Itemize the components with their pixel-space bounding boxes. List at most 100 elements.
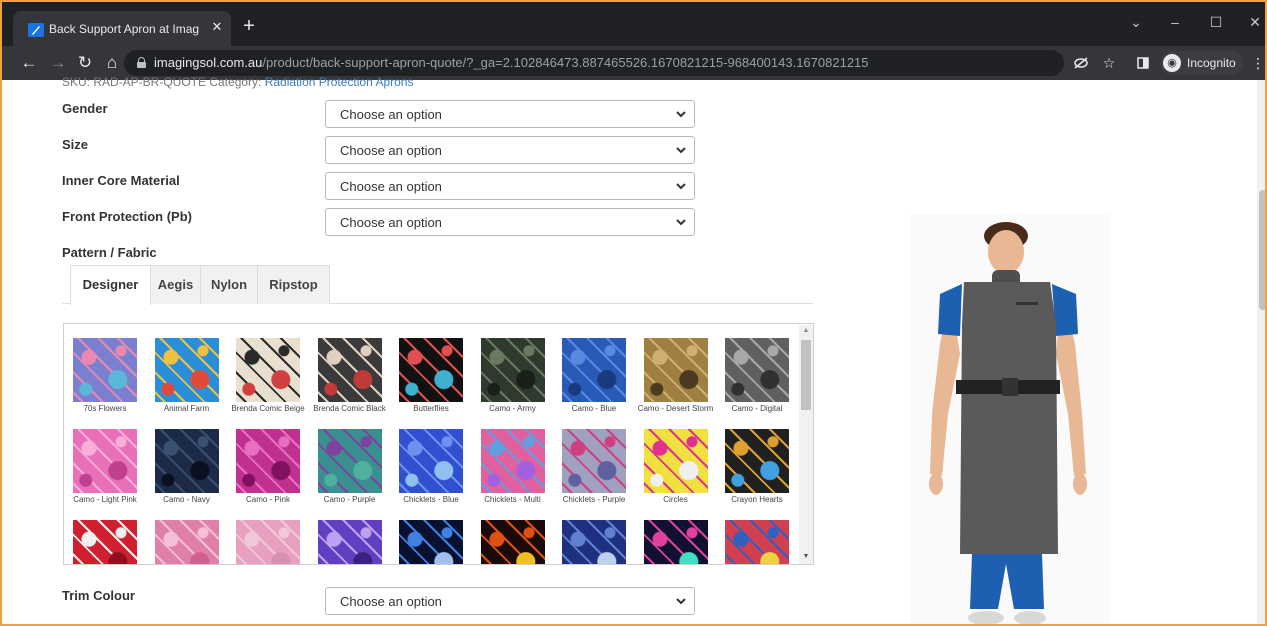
minimize-icon[interactable]: – [1165, 12, 1185, 32]
scrollbar-thumb[interactable] [801, 340, 811, 410]
pattern-fabric-label: Pattern / Fabric [62, 245, 157, 260]
swatch-item[interactable] [472, 520, 554, 564]
swatch-item[interactable] [309, 520, 391, 564]
swatch-scrollbar[interactable]: ▲ ▼ [799, 325, 813, 564]
swatch-name: Butterflies [413, 404, 449, 413]
front-protection-select[interactable]: Choose an option [325, 208, 695, 236]
swatch-item[interactable]: Camo - Desert Storm [635, 338, 717, 418]
swatch-item[interactable] [390, 520, 472, 564]
swatch-item[interactable]: Camo - Navy [146, 429, 228, 509]
scroll-down-icon[interactable]: ▼ [799, 551, 813, 563]
swatch-item[interactable]: 70s Flowers [64, 338, 146, 418]
swatch-pattern-image [643, 338, 708, 402]
swatch-pattern-image [236, 429, 300, 493]
chevron-down-icon [676, 219, 686, 226]
swatch-item[interactable] [146, 520, 228, 564]
swatch-item[interactable]: Chicklets - Multi [472, 429, 554, 509]
swatch-pattern-image [399, 429, 463, 493]
tab-ripstop[interactable]: Ripstop [257, 265, 330, 304]
close-window-icon[interactable]: ✕ [1245, 12, 1265, 32]
swatch-item[interactable]: Crayon Hearts [716, 429, 798, 509]
trim-colour-select[interactable]: Choose an option [325, 587, 695, 615]
swatch-item[interactable]: Brenda Comic Beige [227, 338, 309, 418]
swatch-pattern-image [236, 520, 300, 564]
bookmark-star-icon[interactable]: ☆ [1098, 52, 1120, 74]
swatch-pattern-image [154, 520, 219, 564]
inner-core-label: Inner Core Material [62, 173, 180, 188]
browser-window: Back Support Apron at Imaging S ✕ + ⌄ – … [0, 0, 1267, 626]
swatch-grid: Crayon Hearts Circles Chicklets - Purple Ch… [63, 323, 814, 565]
swatch-item[interactable]: Brenda Comic Black [309, 338, 391, 418]
back-arrow-icon[interactable]: ← [18, 52, 40, 74]
apron-model-illustration [929, 222, 1087, 624]
size-select[interactable]: Choose an option [325, 136, 695, 164]
incognito-icon: ◉ [1163, 54, 1181, 72]
tab-nylon[interactable]: Nylon [200, 265, 258, 304]
swatch-name: Crayon Hearts [731, 495, 783, 504]
home-icon[interactable]: ⌂ [101, 52, 123, 74]
pattern-tabs: Designer Aegis Nylon Ripstop [62, 265, 813, 305]
swatch-item[interactable]: Camo - Blue [553, 338, 635, 418]
front-protection-select-value: Choose an option [340, 215, 442, 230]
swatch-item[interactable]: Camo - Light Pink [64, 429, 146, 509]
swatch-item[interactable]: Chicklets - Purple [553, 429, 635, 509]
menu-kebab-icon[interactable]: ⋮ [1247, 52, 1265, 74]
swatch-pattern-image [399, 520, 463, 564]
chevron-down-icon [676, 598, 686, 605]
swatch-item[interactable]: Camo - Purple [309, 429, 391, 509]
tab-strip: Back Support Apron at Imaging S ✕ + ⌄ – … [2, 0, 1265, 48]
address-bar[interactable]: imagingsol.com.au/product/back-support-a… [124, 50, 1064, 76]
swatch-item[interactable]: Camo - Digital [716, 338, 798, 418]
tab-aegis[interactable]: Aegis [150, 265, 201, 304]
maximize-icon[interactable]: ☐ [1206, 12, 1226, 32]
front-protection-label: Front Protection (Pb) [62, 209, 192, 224]
swatch-item[interactable] [635, 520, 717, 564]
product-image [910, 214, 1110, 624]
tracking-protection-icon[interactable] [1070, 52, 1092, 74]
tab-title: Back Support Apron at Imaging S [49, 22, 199, 36]
new-tab-button[interactable]: + [238, 16, 260, 38]
swatch-item[interactable] [227, 520, 309, 564]
swatch-name: Animal Farm [163, 404, 210, 413]
swatch-item[interactable]: Animal Farm [146, 338, 228, 418]
swatch-item[interactable] [553, 520, 635, 564]
swatch-item[interactable]: Circles [635, 429, 717, 509]
swatch-name: Camo - Navy [163, 495, 210, 504]
swatch-name: 70s Flowers [83, 404, 127, 413]
swatch-item[interactable]: Camo - Army [472, 338, 554, 418]
incognito-badge[interactable]: ◉ Incognito [1160, 51, 1244, 75]
swatch-name: Brenda Comic Beige [231, 404, 305, 413]
gender-select[interactable]: Choose an option [325, 100, 695, 128]
swatch-item[interactable] [64, 520, 146, 564]
scroll-up-icon[interactable]: ▲ [799, 325, 813, 337]
swatch-item[interactable] [716, 520, 798, 564]
swatch-name: Chicklets - Purple [562, 495, 626, 504]
url-host: imagingsol.com.au [154, 55, 263, 70]
close-tab-icon[interactable]: ✕ [209, 19, 225, 35]
side-panel-icon[interactable] [1132, 52, 1154, 74]
inner-core-select[interactable]: Choose an option [325, 172, 695, 200]
site-favicon-icon [28, 23, 44, 37]
tab-search-icon[interactable]: ⌄ [1126, 12, 1146, 32]
size-label: Size [62, 137, 89, 152]
trim-colour-select-value: Choose an option [340, 594, 442, 609]
swatch-pattern-image [725, 338, 789, 402]
swatch-name: Camo - Purple [323, 495, 376, 504]
swatch-item[interactable]: Butterflies [390, 338, 472, 418]
swatch-name: Camo - Pink [245, 495, 290, 504]
swatch-name: Brenda Comic Black [313, 404, 386, 413]
category-link[interactable]: Radiation Protection Aprons [265, 75, 414, 89]
swatch-pattern-image [725, 520, 789, 564]
swatch-item[interactable]: Camo - Pink [227, 429, 309, 509]
swatch-item[interactable]: Chicklets - Blue [390, 429, 472, 509]
browser-tab[interactable]: Back Support Apron at Imaging S ✕ [13, 11, 231, 48]
reload-icon[interactable]: ↻ [74, 52, 96, 74]
size-select-value: Choose an option [340, 143, 442, 158]
tab-designer[interactable]: Designer [70, 265, 151, 305]
swatch-pattern-image [317, 338, 382, 402]
page-scrollbar-thumb[interactable] [1259, 190, 1265, 310]
forward-arrow-icon[interactable]: → [47, 52, 69, 74]
page-scrollbar[interactable] [1257, 80, 1265, 624]
page-content: SKU: RAD-AP-BR-QUOTE Category: Radiation… [2, 75, 1265, 624]
trim-colour-label: Trim Colour [62, 588, 135, 603]
